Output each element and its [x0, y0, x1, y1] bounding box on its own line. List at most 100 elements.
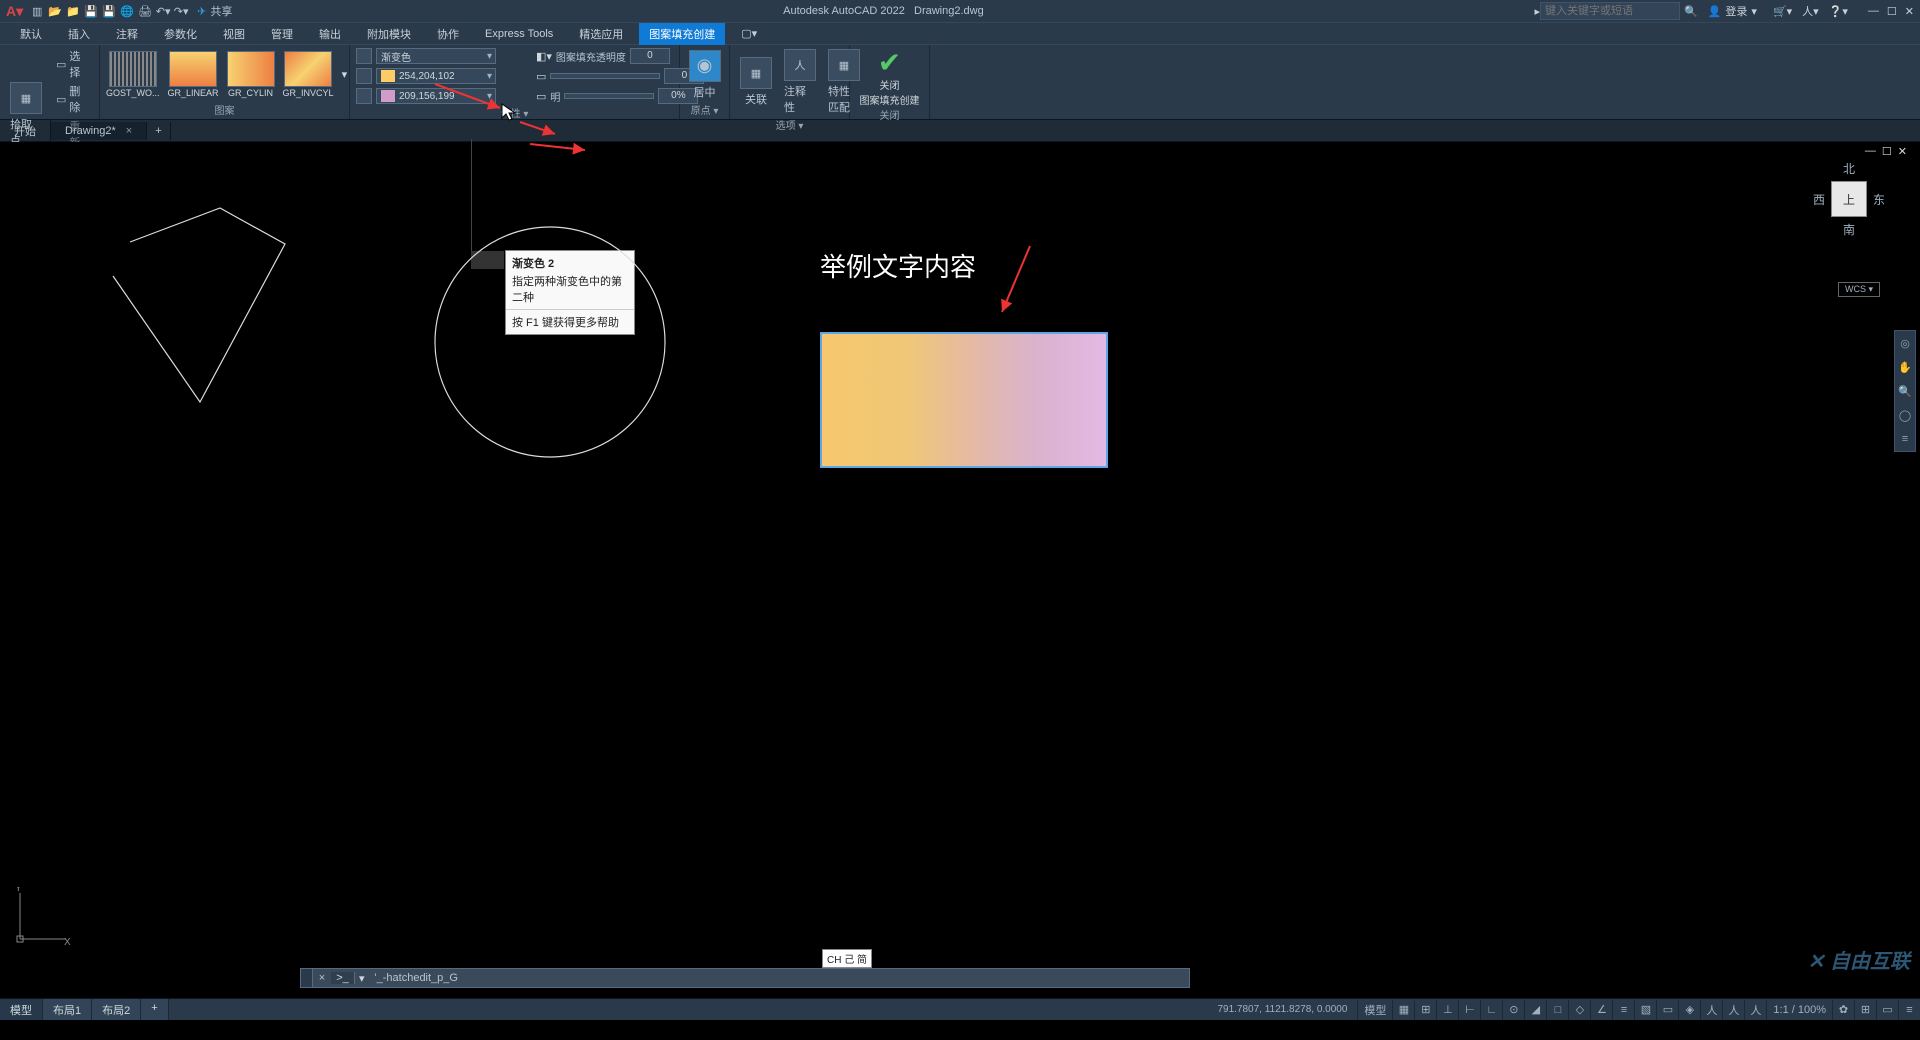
viewcube-east[interactable]: 东 — [1873, 191, 1885, 208]
pattern-grinvcyl[interactable]: GR_INVCYL — [283, 51, 334, 98]
maximize-icon[interactable]: ☐ — [1887, 5, 1897, 18]
tab-annotate[interactable]: 注释 — [106, 23, 148, 45]
close-hatch-button[interactable]: ✔ — [871, 47, 909, 77]
drawing-canvas[interactable]: — ☐ ✕ 渐变色 2 指定两种渐变色中的第二种 按 F1 键获得更多帮助 举例… — [0, 142, 1920, 998]
nav-pan-icon[interactable]: ✋ — [1895, 355, 1915, 379]
tab-close-icon[interactable]: × — [126, 125, 132, 137]
redo-icon[interactable]: ↷▾ — [173, 3, 189, 19]
minimize-icon[interactable]: — — [1868, 5, 1879, 17]
pattern-expand-icon[interactable]: ▾ — [342, 68, 348, 81]
angle-slider[interactable] — [550, 73, 660, 79]
selection-icon[interactable]: ▭ — [1656, 1000, 1678, 1020]
grid-icon[interactable]: ▦ — [1392, 1000, 1414, 1020]
pattern-grcylin[interactable]: GR_CYLIN — [227, 51, 275, 98]
annot-button[interactable]: 人注释性 — [780, 47, 820, 117]
app-icon[interactable]: 人▾ — [1802, 3, 1819, 19]
search-input[interactable] — [1540, 2, 1680, 20]
tab-express[interactable]: Express Tools — [475, 25, 563, 43]
tab-insert[interactable]: 插入 — [58, 23, 100, 45]
custom-icon[interactable]: ≡ — [1898, 1000, 1920, 1020]
annoscale-icon[interactable]: 人 — [1700, 1000, 1722, 1020]
nav-showmotion-icon[interactable]: ≡ — [1895, 427, 1915, 451]
tab-parametric[interactable]: 参数化 — [154, 23, 207, 45]
pattern-grlinear[interactable]: GR_LINEAR — [168, 51, 219, 98]
layout-tab-layout2[interactable]: 布局2 — [92, 999, 141, 1020]
layout-tab-layout1[interactable]: 布局1 — [43, 999, 92, 1020]
nav-orbit-icon[interactable]: ◯ — [1895, 403, 1915, 427]
layout-tab-model[interactable]: 模型 — [0, 999, 43, 1020]
signin-button[interactable]: 👤 登录 ▾ — [1708, 3, 1757, 19]
tab-featured[interactable]: 精选应用 — [569, 23, 633, 45]
cmdline-history-icon[interactable]: ▾ — [355, 972, 369, 985]
isodraft-icon[interactable]: ◢ — [1524, 1000, 1546, 1020]
scale-readout[interactable]: 1:1 / 100% — [1766, 1000, 1832, 1020]
viewcube-north[interactable]: 北 — [1804, 160, 1894, 177]
gear-icon[interactable]: ✿ — [1832, 1000, 1854, 1020]
viewcube-south[interactable]: 南 — [1804, 221, 1894, 238]
monitor-icon[interactable]: ▭ — [1876, 1000, 1898, 1020]
lineweight-icon[interactable]: ≡ — [1612, 1000, 1634, 1020]
ortho-icon[interactable]: ∟ — [1480, 1000, 1502, 1020]
search-box[interactable]: ▸ 🔍 — [1534, 2, 1697, 20]
brightness-slider[interactable] — [564, 93, 654, 99]
close-icon[interactable]: ✕ — [1905, 5, 1914, 18]
vp-maximize-icon[interactable]: ☐ — [1882, 145, 1892, 158]
tab-overflow-icon[interactable]: ▢▾ — [731, 24, 767, 43]
vp-minimize-icon[interactable]: — — [1865, 145, 1876, 158]
hatchtype-combo[interactable]: 渐变色 — [376, 48, 496, 64]
workspace-icon[interactable]: ⊞ — [1854, 1000, 1876, 1020]
tab-default[interactable]: 默认 — [10, 23, 52, 45]
share-button[interactable]: ✈ 共享 — [197, 3, 232, 19]
nav-zoom-icon[interactable]: 🔍 — [1895, 379, 1915, 403]
web-icon[interactable]: 🌐 — [119, 3, 135, 19]
modelspace-button[interactable]: 模型 — [1357, 1000, 1392, 1020]
transparency-icon[interactable]: ▧ — [1634, 1000, 1656, 1020]
undo-icon[interactable]: ↶▾ — [155, 3, 171, 19]
viewcube[interactable]: 北 西 上 东 南 — [1804, 160, 1894, 280]
file-tab-add[interactable]: + — [147, 122, 170, 140]
annoauto-icon[interactable]: 人 — [1744, 1000, 1766, 1020]
osnap-icon[interactable]: □ — [1546, 1000, 1568, 1020]
infer-icon[interactable]: ⊥ — [1436, 1000, 1458, 1020]
remove-button[interactable]: ▭删除 — [52, 82, 93, 116]
snap-icon[interactable]: ⊞ — [1414, 1000, 1436, 1020]
open2-icon[interactable]: 📁 — [65, 3, 81, 19]
assoc-button[interactable]: ▦关联 — [736, 55, 776, 109]
file-tab-start[interactable]: 开始 — [0, 120, 51, 142]
tab-collab[interactable]: 协作 — [427, 23, 469, 45]
search-icon[interactable]: 🔍 — [1684, 5, 1698, 18]
pattern-gostwo[interactable]: GOST_WO... — [106, 51, 160, 98]
viewcube-west[interactable]: 西 — [1813, 191, 1825, 208]
open-icon[interactable]: 📂 — [47, 3, 63, 19]
new-icon[interactable]: ▥ — [29, 3, 45, 19]
help-icon[interactable]: ❔▾ — [1829, 5, 1848, 18]
save-icon[interactable]: 💾 — [83, 3, 99, 19]
tab-output[interactable]: 输出 — [309, 23, 351, 45]
tab-hatchcreate[interactable]: 图案填充创建 — [639, 23, 725, 45]
tab-view[interactable]: 视图 — [213, 23, 255, 45]
otrack-icon[interactable]: ∠ — [1590, 1000, 1612, 1020]
polar-icon[interactable]: ⊙ — [1502, 1000, 1524, 1020]
wcs-indicator[interactable]: WCS ▾ — [1838, 282, 1880, 297]
select-button[interactable]: ▭选择 — [52, 47, 93, 81]
viewcube-top[interactable]: 上 — [1831, 181, 1867, 217]
color1-combo[interactable]: 254,204,102 — [376, 68, 496, 84]
vp-close-icon[interactable]: ✕ — [1898, 145, 1907, 158]
command-input[interactable] — [369, 969, 1189, 987]
tab-addins[interactable]: 附加模块 — [357, 23, 421, 45]
saveas-icon[interactable]: 💾 — [101, 3, 117, 19]
nav-fullnav-icon[interactable]: ◎ — [1895, 331, 1915, 355]
annovisibility-icon[interactable]: 人 — [1722, 1000, 1744, 1020]
gizmo-icon[interactable]: ◈ — [1678, 1000, 1700, 1020]
cmdline-close-icon[interactable]: × — [313, 972, 331, 984]
transparency-value[interactable]: 0 — [630, 48, 670, 64]
origin-center-button[interactable]: ◉居中 — [685, 48, 725, 102]
tab-manage[interactable]: 管理 — [261, 23, 303, 45]
layout-tab-add[interactable]: + — [141, 999, 168, 1020]
plot-icon[interactable]: 🖨 — [137, 3, 153, 19]
cmdline-handle[interactable] — [301, 969, 313, 987]
cart-icon[interactable]: 🛒▾ — [1773, 5, 1792, 18]
command-line[interactable]: × >_ ▾ — [300, 968, 1190, 988]
color2-combo[interactable]: 209,156,199 — [376, 88, 496, 104]
3dosnap-icon[interactable]: ◇ — [1568, 1000, 1590, 1020]
